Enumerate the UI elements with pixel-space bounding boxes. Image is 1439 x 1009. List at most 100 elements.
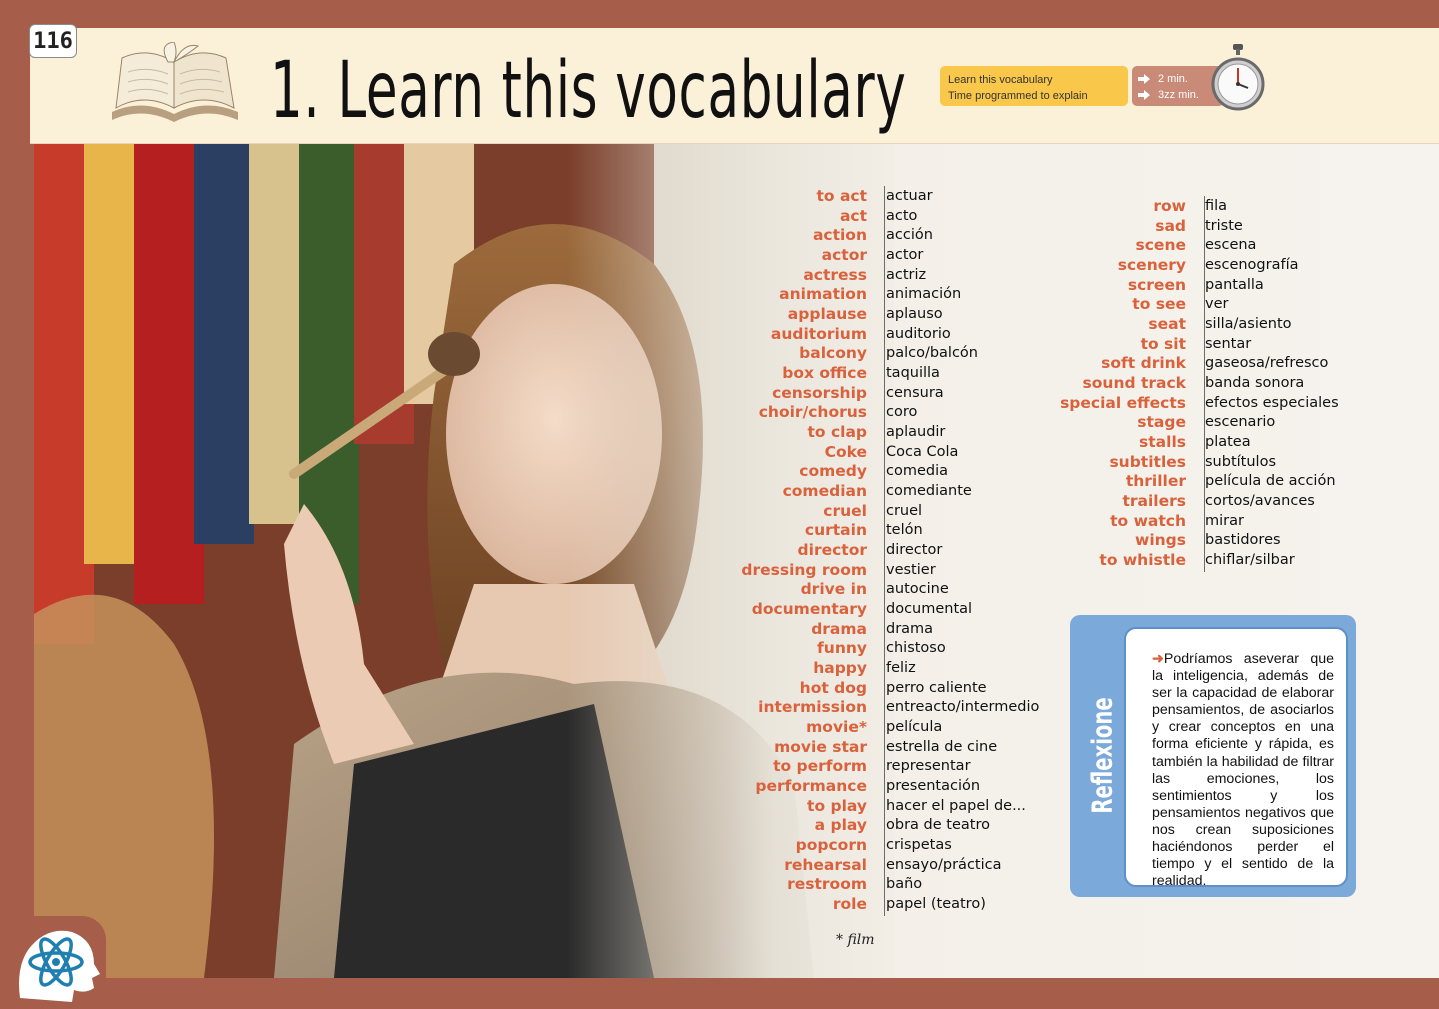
vocab-row: stalls platea [1022,432,1339,452]
english-term: special effects [1060,393,1186,412]
page: 116 1. Learn this vocabulary Learn this … [0,0,1439,1009]
open-book-icon [112,42,238,122]
vocab-row: to sit sentar [1022,334,1339,354]
vocab-row: hot dog perro caliente [700,678,1039,698]
english-term: to sit [1140,334,1186,353]
spanish-translation: cortos/avances [1205,492,1315,509]
english-term: drive in [800,580,867,599]
english-term: applause [787,304,867,323]
english-term: documentary [751,599,867,618]
english-term: scenery [1117,255,1186,274]
time-1: 2 min. [1158,73,1188,85]
english-term: censorship [772,383,867,402]
vocab-row: to watch mirar [1022,511,1339,531]
spanish-translation: vestier [886,561,936,578]
spanish-translation: aplauso [886,305,943,322]
vocab-row: soft drink gaseosa/refresco [1022,353,1339,373]
english-term: balcony [799,344,867,363]
english-term: rehearsal [784,855,867,874]
spanish-translation: pantalla [1205,276,1264,293]
head-atom-icon [19,930,100,1002]
vocab-row: to play hacer el papel de... [700,796,1039,816]
english-term: actor [821,245,867,264]
spanish-translation: representar [886,758,971,775]
vocab-row: trailers cortos/avances [1022,491,1339,511]
vocab-row: subtitles subtítulos [1022,452,1339,472]
spanish-translation: palco/balcón [886,345,978,362]
vocab-row: box office taquilla [700,363,1039,383]
vocab-row: act acto [700,206,1039,226]
english-term: actress [803,265,867,284]
spanish-translation: fila [1205,197,1228,214]
spanish-translation: película de acción [1205,473,1336,490]
vocab-row: curtain telón [700,520,1039,540]
english-term: funny [817,639,867,658]
english-term: restroom [787,875,867,894]
stopwatch-icon [1211,44,1265,111]
english-term: movie star [774,737,867,756]
vocab-row: movie* película [700,717,1039,737]
page-number: 116 [29,24,77,58]
vocab-row: action acción [700,225,1039,245]
vocab-row: scene escena [1022,235,1339,255]
spanish-translation: chistoso [886,640,946,657]
english-term: director [797,540,867,559]
spanish-translation: telón [886,522,923,539]
english-term: intermission [758,698,867,717]
vocab-row: auditorium auditorio [700,324,1039,344]
english-term: to clap [807,422,867,441]
spanish-translation: actriz [886,266,927,283]
spanish-translation: censura [886,384,944,401]
spanish-translation: taquilla [886,364,940,381]
spanish-translation: documental [886,600,973,617]
spanish-translation: escena [1205,237,1257,254]
spanish-translation: aplaudir [886,423,946,440]
english-term: happy [813,658,867,677]
english-term: role [832,895,867,914]
spanish-translation: actor [886,246,924,263]
english-term: dressing room [741,560,867,579]
english-term: screen [1127,275,1186,294]
english-term: to whistle [1099,550,1186,569]
spanish-translation: perro caliente [886,679,987,696]
english-term: act [839,206,867,225]
vocab-row: documentary documental [700,599,1039,619]
spanish-translation: crispetas [886,837,952,853]
vocab-row: intermission entreacto/intermedio [700,697,1039,717]
vocab-row: special effects efectos especiales [1022,393,1339,413]
vocab-row: actor actor [700,245,1039,265]
vocab-row: a play obra de teatro [700,816,1039,836]
vocab-row: happy feliz [700,658,1039,678]
spanish-translation: papel (teatro) [886,896,986,913]
vocab-row: thriller película de acción [1022,471,1339,491]
vocab-row: stage escenario [1022,412,1339,432]
spanish-translation: obra de teatro [886,817,990,834]
english-term: a play [814,816,867,835]
vocab-row: director director [700,540,1039,560]
english-term: soft drink [1101,354,1186,373]
spanish-translation: gaseosa/refresco [1205,355,1329,372]
spanish-translation: mirar [1205,512,1244,529]
spanish-translation: hacer el papel de... [886,797,1026,814]
english-term: box office [782,363,867,382]
vocab-row: choir/chorus coro [700,402,1039,422]
vocab-row: scenery escenografía [1022,255,1339,275]
english-term: to perform [773,757,867,776]
spanish-translation: actuar [886,187,933,204]
spanish-translation: acción [886,227,933,244]
time-row-2: 3zz min. [1138,87,1218,103]
spanish-translation: triste [1205,217,1243,234]
spanish-translation: coro [886,404,918,421]
arrow-right-icon [1138,74,1150,84]
english-term: choir/chorus [758,403,867,422]
vocab-row: row fila [1022,196,1339,216]
spanish-translation: efectos especiales [1205,394,1339,411]
spanish-translation: bastidores [1205,532,1281,549]
english-term: subtitles [1109,452,1186,471]
english-term: animation [779,285,867,304]
english-term: to see [1132,295,1186,314]
spanish-translation: cruel [886,502,923,519]
footnote: * film [836,932,875,948]
spanish-translation: subtítulos [1205,453,1276,470]
vocab-row: popcorn crispetas [700,835,1039,855]
